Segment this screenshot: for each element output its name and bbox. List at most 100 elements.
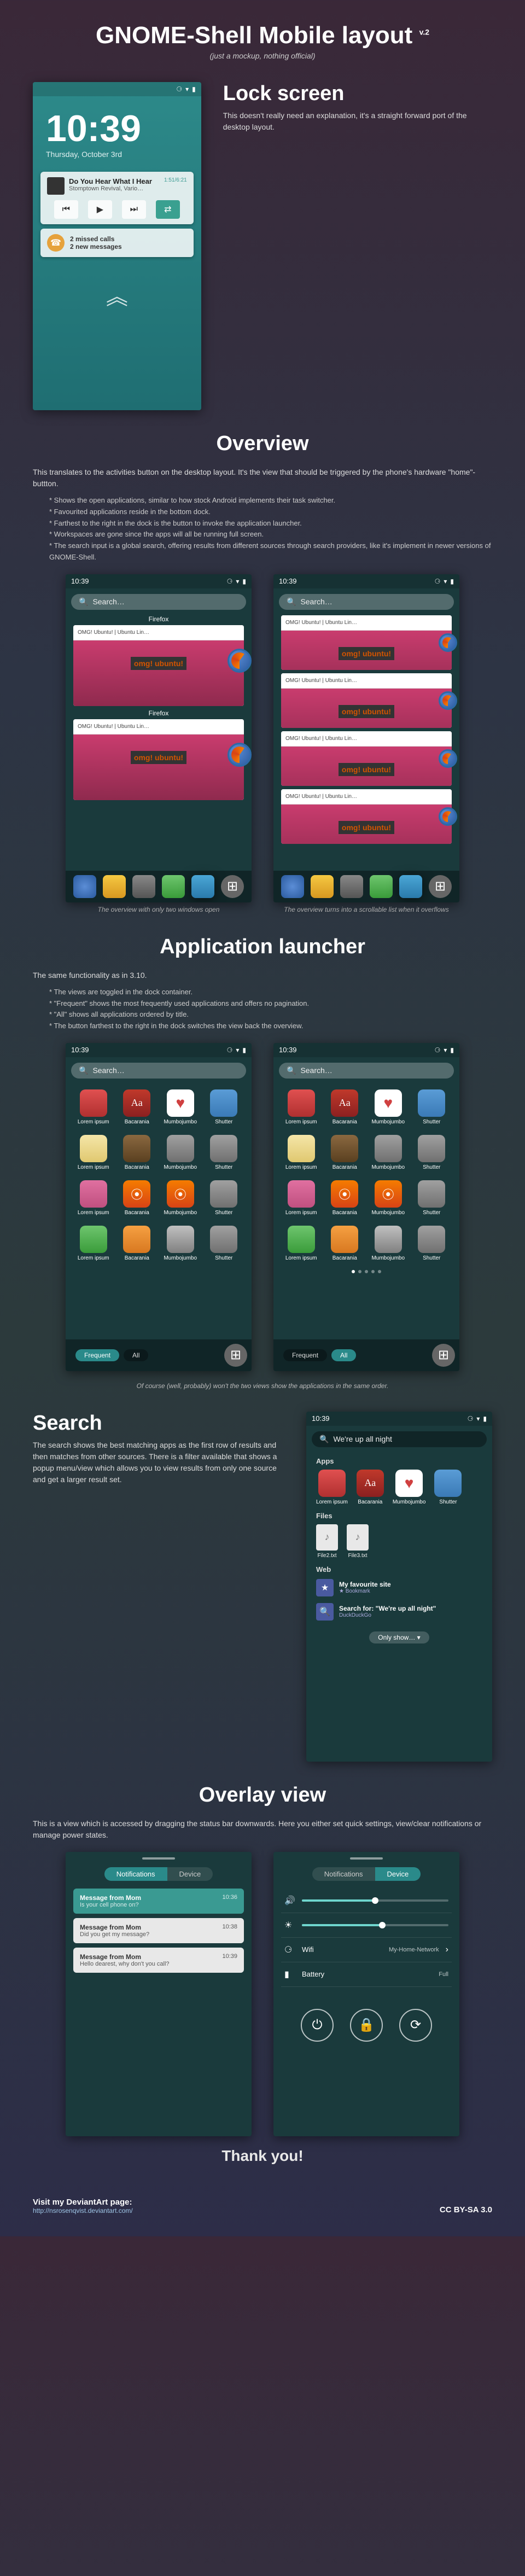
dock-files-icon[interactable]	[132, 875, 155, 898]
dock-files-icon[interactable]	[340, 875, 363, 898]
unlock-chevron-icon[interactable]: ︽	[33, 279, 201, 311]
app-item[interactable]: Mumbojumbo	[162, 1226, 199, 1261]
search-input[interactable]: 🔍 Search…	[279, 594, 454, 610]
lock-button[interactable]: 🔒	[350, 2009, 383, 2042]
app-item[interactable]: ⦿Bacarania	[327, 1180, 363, 1216]
app-item[interactable]: Bacarania	[119, 1135, 155, 1170]
app-item[interactable]: ⦿Bacarania	[119, 1180, 155, 1216]
window-tile[interactable]: OMG! Ubuntu! | Ubuntu Lin…omg! ubuntu!	[281, 789, 452, 844]
pill-all[interactable]: All	[331, 1349, 356, 1361]
app-item[interactable]: ♥Mumbojumbo	[370, 1089, 406, 1125]
pill-frequent[interactable]: Frequent	[75, 1349, 119, 1361]
dock-music-icon[interactable]	[311, 875, 334, 898]
app-item[interactable]: Shutter	[414, 1089, 450, 1125]
file-result[interactable]: File2.txt	[316, 1524, 338, 1559]
dock-apps-button[interactable]	[429, 875, 452, 898]
app-item[interactable]: Bacarania	[327, 1226, 363, 1261]
window-tile[interactable]: OMG! Ubuntu! | Ubuntu Lin…omg! ubuntu!	[281, 615, 452, 670]
app-result[interactable]: ♥Mumbojumbo	[393, 1470, 426, 1505]
web-result[interactable]: ★ My favourite site★ Bookmark	[306, 1576, 492, 1600]
app-item[interactable]: Shutter	[414, 1135, 450, 1170]
app-item[interactable]: Shutter	[206, 1226, 242, 1261]
notification-item[interactable]: Message from MomDid you get my message?1…	[73, 1918, 244, 1943]
app-item[interactable]: Shutter	[414, 1226, 450, 1261]
app-item[interactable]: ⦿Mumbojumbo	[162, 1180, 199, 1216]
dock-apps-button[interactable]	[221, 875, 244, 898]
shuffle-button[interactable]: ⇄	[156, 200, 180, 219]
dock-firefox-icon[interactable]	[73, 875, 96, 898]
brightness-slider[interactable]	[302, 1924, 448, 1926]
app-item[interactable]: Lorem ipsum	[75, 1226, 112, 1261]
app-item[interactable]: Lorem ipsum	[283, 1180, 319, 1216]
dock-messages-icon[interactable]	[162, 875, 185, 898]
pill-all[interactable]: All	[124, 1349, 148, 1361]
app-item[interactable]: AaBacarania	[327, 1089, 363, 1125]
file-result[interactable]: File3.txt	[347, 1524, 369, 1559]
app-item[interactable]: ♥Mumbojumbo	[162, 1089, 199, 1125]
brightness-row[interactable]: ☀	[281, 1913, 452, 1938]
tab-notifications[interactable]: Notifications	[312, 1867, 375, 1881]
tab-notifications[interactable]: Notifications	[104, 1867, 167, 1881]
dock-messages-icon[interactable]	[370, 875, 393, 898]
dock-phone-icon[interactable]	[399, 875, 422, 898]
app-item[interactable]: Lorem ipsum	[283, 1089, 319, 1125]
pagination-dots[interactable]	[273, 1267, 459, 1277]
app-item[interactable]: Lorem ipsum	[75, 1135, 112, 1170]
window-tile[interactable]: Firefox OMG! Ubuntu! | Ubuntu Lin…omg! u…	[73, 709, 244, 800]
app-result[interactable]: Shutter	[434, 1470, 462, 1505]
web-result[interactable]: 🔍 Search for: "We're up all night"DuckDu…	[306, 1600, 492, 1624]
app-item[interactable]: Shutter	[414, 1180, 450, 1216]
volume-row[interactable]: 🔊	[281, 1889, 452, 1913]
drag-handle[interactable]	[350, 1857, 383, 1860]
notification-item[interactable]: Message from MomIs your cell phone on?10…	[73, 1889, 244, 1914]
app-item[interactable]: Mumbojumbo	[370, 1226, 406, 1261]
app-item[interactable]: Mumbojumbo	[370, 1135, 406, 1170]
app-item[interactable]: AaBacarania	[119, 1089, 155, 1125]
app-result[interactable]: AaBacarania	[357, 1470, 384, 1505]
dock-overview-button[interactable]	[224, 1344, 247, 1367]
restart-button[interactable]: ⟳	[399, 2009, 432, 2042]
app-item[interactable]: Lorem ipsum	[75, 1089, 112, 1125]
notification-item[interactable]: Message from MomHello dearest, why don't…	[73, 1948, 244, 1973]
battery-row[interactable]: ▮ Battery Full	[281, 1962, 452, 1987]
search-input[interactable]: 🔍 Search…	[71, 594, 246, 610]
app-item[interactable]: ⦿Mumbojumbo	[370, 1180, 406, 1216]
app-item[interactable]: Shutter	[206, 1135, 242, 1170]
notification-card[interactable]: ☎ 2 missed calls 2 new messages	[40, 229, 194, 257]
app-result[interactable]: Lorem ipsum	[316, 1470, 348, 1505]
wifi-row[interactable]: ⚆ Wifi My-Home-Network ›	[281, 1938, 452, 1962]
dock-overview-button[interactable]	[432, 1344, 455, 1367]
volume-slider[interactable]	[302, 1899, 448, 1902]
app-item[interactable]: Shutter	[206, 1180, 242, 1216]
media-card[interactable]: Do You Hear What I Hear Stomptown Reviva…	[40, 172, 194, 224]
prev-button[interactable]: ⏮	[54, 200, 78, 219]
app-item[interactable]: Mumbojumbo	[162, 1135, 199, 1170]
search-input[interactable]: 🔍 We're up all night	[312, 1431, 487, 1447]
next-button[interactable]: ⏭	[122, 200, 146, 219]
tab-device[interactable]: Device	[375, 1867, 421, 1881]
dock-firefox-icon[interactable]	[281, 875, 304, 898]
window-tile[interactable]: OMG! Ubuntu! | Ubuntu Lin…omg! ubuntu!	[281, 731, 452, 786]
only-show-dropdown[interactable]: Only show… ▾	[369, 1631, 429, 1643]
clock: 10:39	[33, 96, 201, 150]
footer-url[interactable]: http://nsrosenqvist.deviantart.com/	[33, 2207, 133, 2214]
play-button[interactable]: ▶	[88, 200, 112, 219]
dock-phone-icon[interactable]	[191, 875, 214, 898]
power-button[interactable]: ⏻	[301, 2009, 334, 2042]
app-item[interactable]: Lorem ipsum	[283, 1135, 319, 1170]
app-item[interactable]: Bacarania	[119, 1226, 155, 1261]
window-tile[interactable]: OMG! Ubuntu! | Ubuntu Lin…omg! ubuntu!	[281, 673, 452, 728]
pill-frequent[interactable]: Frequent	[283, 1349, 327, 1361]
firefox-icon	[439, 807, 457, 826]
search-input[interactable]: 🔍 Search…	[71, 1063, 246, 1079]
app-item[interactable]: Lorem ipsum	[75, 1180, 112, 1216]
search-input[interactable]: 🔍 Search…	[279, 1063, 454, 1079]
tab-device[interactable]: Device	[167, 1867, 213, 1881]
app-item[interactable]: Shutter	[206, 1089, 242, 1125]
window-tile[interactable]: Firefox OMG! Ubuntu! | Ubuntu Lin…omg! u…	[73, 615, 244, 706]
dock-music-icon[interactable]	[103, 875, 126, 898]
drag-handle[interactable]	[142, 1857, 175, 1860]
firefox-icon	[228, 649, 252, 673]
app-item[interactable]: Lorem ipsum	[283, 1226, 319, 1261]
app-item[interactable]: Bacarania	[327, 1135, 363, 1170]
